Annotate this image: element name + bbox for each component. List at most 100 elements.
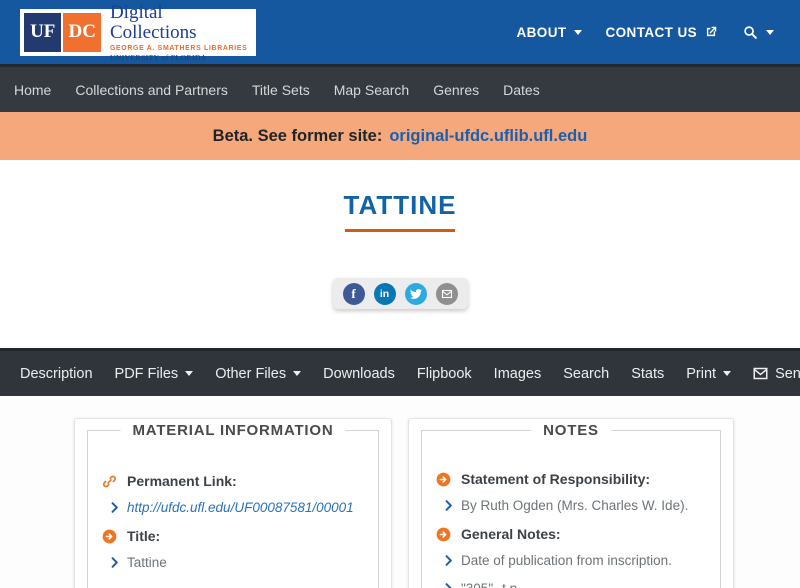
logo-subtitle-libraries: GEORGE A. SMATHERS LIBRARIES (110, 45, 252, 52)
chevron-down-icon (293, 371, 301, 376)
main-nav: Home Collections and Partners Title Sets… (0, 64, 800, 112)
toolbar-right-group: Stats Print Send (631, 366, 800, 382)
search-toggle[interactable] (742, 24, 774, 41)
logo-subtitle-university: UNIVERSITY of FLORIDA (110, 53, 252, 62)
twitter-share-button[interactable] (405, 283, 427, 305)
arrow-circle-icon (102, 529, 117, 544)
tab-description[interactable]: Description (20, 366, 93, 382)
about-label: ABOUT (517, 25, 567, 40)
item-toolbar: Description PDF Files Other Files Downlo… (0, 348, 800, 396)
search-icon (742, 24, 759, 41)
email-share-button[interactable] (436, 283, 458, 305)
chevron-right-icon (445, 555, 453, 566)
contact-us-link[interactable]: CONTACT US (606, 25, 719, 40)
chevron-right-icon (445, 500, 453, 511)
beta-banner: Beta. See former site: original-ufdc.ufl… (0, 112, 800, 160)
chevron-right-icon (445, 583, 453, 588)
facebook-icon: f (351, 286, 355, 302)
chevron-right-icon (111, 557, 119, 568)
external-link-icon (704, 25, 718, 39)
field-label: Permanent Link: (127, 473, 237, 489)
field-label: General Notes: (461, 526, 561, 542)
panel-notes: NOTES Statement of Responsibility: By Ru… (408, 418, 734, 588)
title-value-row: Tattine (111, 555, 364, 570)
arrow-circle-icon (436, 472, 451, 487)
chevron-right-icon (111, 502, 119, 513)
material-information-fieldset: MATERIAL INFORMATION Permanent Link: htt… (87, 430, 379, 588)
tab-search-label: Search (563, 366, 609, 382)
field-value: Date of publication from inscription. (461, 553, 672, 568)
field-value: By Ruth Ogden (Mrs. Charles W. Ide). (461, 498, 688, 513)
tab-images-label: Images (494, 366, 542, 382)
nav-item-title-sets[interactable]: Title Sets (240, 82, 322, 98)
about-menu[interactable]: ABOUT (517, 25, 582, 40)
nav-item-collections-and-partners[interactable]: Collections and Partners (63, 82, 240, 98)
nav-item-dates[interactable]: Dates (491, 82, 552, 98)
send-label: Send (775, 366, 800, 382)
nav-item-home[interactable]: Home (14, 82, 63, 98)
field-value: "305"--t.p. (461, 581, 521, 588)
permanent-link-value-row: http://ufdc.ufl.edu/UF00087581/00001 (111, 500, 364, 515)
logo-text: Digital Collections GEORGE A. SMATHERS L… (110, 3, 252, 62)
linkedin-icon: in (380, 288, 389, 300)
chevron-down-icon (766, 30, 774, 35)
panel-material-information: MATERIAL INFORMATION Permanent Link: htt… (74, 418, 392, 588)
ufdc-logo[interactable]: UF DC Digital Collections GEORGE A. SMAT… (20, 9, 256, 56)
stats-button[interactable]: Stats (631, 366, 664, 382)
envelope-icon (753, 367, 768, 380)
logo-title: Digital Collections (110, 3, 252, 43)
field-label: Title: (127, 528, 160, 544)
beta-banner-text: Beta. See former site: (213, 127, 383, 146)
tab-other-files-label: Other Files (215, 366, 286, 382)
field-label: Statement of Responsibility: (461, 471, 650, 487)
tab-downloads[interactable]: Downloads (323, 366, 395, 382)
title-label-row: Title: (102, 528, 364, 544)
material-information-heading: MATERIAL INFORMATION (121, 422, 346, 439)
former-site-link[interactable]: original-ufdc.uflib.ufl.edu (389, 127, 587, 146)
facebook-share-button[interactable]: f (343, 283, 365, 305)
tab-pdf-files[interactable]: PDF Files (115, 366, 194, 382)
email-icon (441, 288, 453, 300)
chevron-down-icon (185, 371, 193, 376)
statement-of-responsibility-label-row: Statement of Responsibility: (436, 471, 706, 487)
nav-item-map-search[interactable]: Map Search (322, 82, 421, 98)
general-notes-label-row: General Notes: (436, 526, 706, 542)
site-header: UF DC Digital Collections GEORGE A. SMAT… (0, 0, 800, 64)
permanent-link-label-row: Permanent Link: (102, 473, 364, 489)
chevron-down-icon (723, 371, 731, 376)
tab-flipbook-label: Flipbook (417, 366, 472, 382)
dc-logo-square: DC (63, 13, 100, 52)
arrow-circle-icon (436, 527, 451, 542)
field-value: Tattine (127, 555, 167, 570)
permalink-chain-icon (102, 474, 117, 489)
header-menu: ABOUT CONTACT US (517, 24, 775, 41)
stats-label: Stats (631, 366, 664, 382)
permanent-link-url[interactable]: http://ufdc.ufl.edu/UF00087581/00001 (127, 500, 354, 515)
contact-us-label: CONTACT US (606, 25, 698, 40)
tab-search[interactable]: Search (563, 366, 609, 382)
general-notes-value-row: "305"--t.p. (445, 581, 706, 588)
item-hero: TATTINE f in (0, 160, 800, 348)
linkedin-share-button[interactable]: in (374, 283, 396, 305)
general-notes-value-row: Date of publication from inscription. (445, 553, 706, 568)
print-button[interactable]: Print (686, 366, 731, 382)
notes-heading: NOTES (531, 422, 611, 439)
uf-logo-square: UF (24, 13, 61, 52)
page-title: TATTINE (344, 190, 457, 220)
tab-description-label: Description (20, 366, 93, 382)
share-bar: f in (333, 278, 468, 309)
tab-images[interactable]: Images (494, 366, 542, 382)
print-label: Print (686, 366, 716, 382)
statement-of-responsibility-value-row: By Ruth Ogden (Mrs. Charles W. Ide). (445, 498, 706, 513)
send-button[interactable]: Send (753, 366, 800, 382)
tab-flipbook[interactable]: Flipbook (417, 366, 472, 382)
tab-downloads-label: Downloads (323, 366, 395, 382)
twitter-icon (410, 288, 422, 300)
tab-pdf-files-label: PDF Files (115, 366, 179, 382)
nav-item-genres[interactable]: Genres (421, 82, 491, 98)
tab-other-files[interactable]: Other Files (215, 366, 301, 382)
title-underline (345, 229, 455, 232)
item-metadata: MATERIAL INFORMATION Permanent Link: htt… (0, 396, 800, 588)
chevron-down-icon (574, 30, 582, 35)
notes-fieldset: NOTES Statement of Responsibility: By Ru… (421, 430, 721, 588)
